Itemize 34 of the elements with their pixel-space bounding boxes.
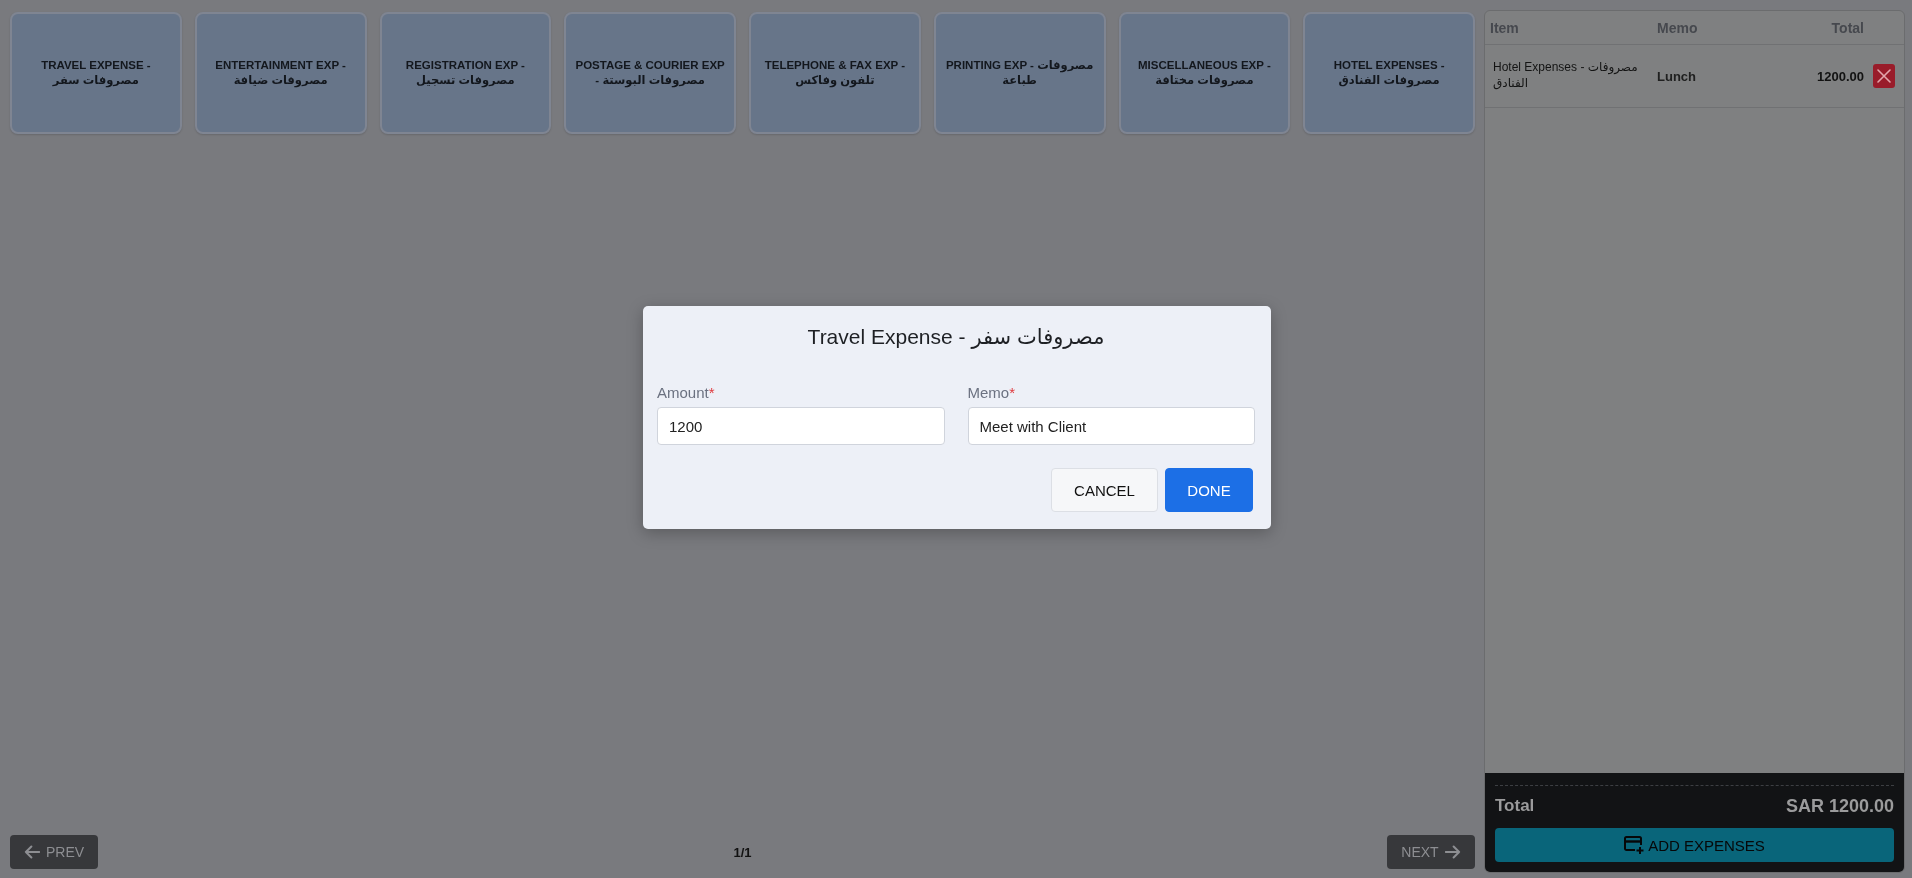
next-button[interactable]: NEXT [1387, 835, 1475, 869]
arrow-left-icon [23, 844, 40, 860]
category-tile[interactable]: ENTERTAINMENT EXP - مصروفات ضيافة [194, 12, 367, 134]
category-tile[interactable]: HOTEL EXPENSES - مصروفات الفنادق [1303, 12, 1475, 134]
prev-button[interactable]: PREV [10, 835, 98, 869]
field-label: Amount [657, 384, 709, 401]
dialog-title: Travel Expense - مصروفات سفر [806, 325, 1106, 349]
total-amount: SAR 1200.00 [1785, 795, 1894, 817]
category-tile[interactable]: TRAVEL EXPENSE - مصروفات سفر [10, 12, 182, 134]
arrow-right-icon [1444, 844, 1461, 860]
column-header: Total [1831, 19, 1864, 36]
input-field[interactable]: Meet with Client [967, 407, 1255, 445]
column-header: Item [1490, 19, 1520, 36]
delete-button[interactable] [1873, 64, 1895, 88]
category-tile[interactable]: POSTAGE & COURIER EXP - مصروفات البوستة [564, 12, 736, 134]
required-asterisk: * [1009, 384, 1016, 401]
column-header: Memo [1657, 19, 1699, 36]
category-tile[interactable]: MISCELLANEOUS EXP - مصروفات مختافة [1118, 12, 1291, 134]
category-tile[interactable]: PRINTING EXP - مصروفات طباعة [933, 12, 1106, 134]
item-cell-text: Hotel Expenses - مصروفات الفنادق [1492, 60, 1639, 92]
field-label: Memo [967, 384, 1010, 401]
done-button[interactable]: DONE [1165, 468, 1253, 512]
close-icon [1877, 69, 1891, 83]
memo-cell-text: Lunch [1657, 68, 1697, 84]
cancel-button[interactable]: CANCEL [1051, 468, 1158, 512]
required-asterisk: * [708, 384, 715, 401]
add-expenses-button[interactable]: ADD EXPENSES [1495, 828, 1894, 862]
total-cell: 1200.00 [1817, 68, 1864, 84]
category-tile[interactable]: REGISTRATION EXP - مصروفات تسجيل [379, 12, 552, 134]
input-field[interactable]: 1200 [657, 407, 945, 445]
page-indicator: 1/1 [733, 844, 752, 860]
total-label: Total [1495, 796, 1535, 816]
category-tile[interactable]: TELEPHONE & FAX EXP - تلفون وفاكس [749, 12, 921, 134]
card-plus-icon [1624, 836, 1645, 854]
